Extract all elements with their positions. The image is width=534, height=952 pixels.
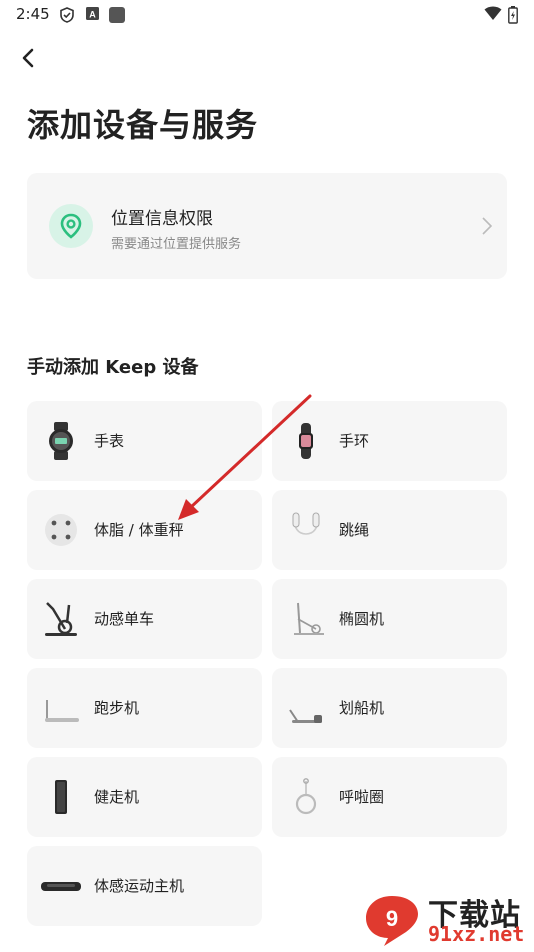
device-label: 体脂 / 体重秤 [94,521,184,539]
a-badge-icon: A [86,6,100,26]
scale-icon [41,510,81,550]
motion-console-icon [41,866,81,906]
device-card-jump-rope[interactable]: 跳绳 [272,490,507,570]
treadmill-icon [41,688,81,728]
svg-text:A: A [89,10,96,20]
chevron-left-icon [14,48,46,78]
device-label: 手表 [94,432,125,450]
device-label: 呼啦圈 [339,788,385,806]
elliptical-icon [286,599,326,639]
device-label: 动感单车 [94,610,155,628]
permission-subtitle: 需要通过位置提供服务 [111,237,242,252]
device-card-watch[interactable]: 手表 [27,401,262,481]
band-icon [286,421,326,461]
device-label: 体感运动主机 [94,877,185,895]
device-label: 手环 [339,432,370,450]
device-label: 椭圆机 [339,610,385,628]
status-bar: 2:45 A [0,0,534,30]
device-card-treadmill[interactable]: 跑步机 [27,668,262,748]
chevron-right-icon [481,216,493,240]
device-label: 跑步机 [94,699,140,717]
location-permission-card[interactable]: 位置信息权限 需要通过位置提供服务 [27,173,507,279]
permission-title: 位置信息权限 [111,209,213,229]
watermark-url: 91xz.net [428,922,525,946]
device-card-motion-console[interactable]: 体感运动主机 [27,846,262,926]
watermark: 9 下载站 91xz.net [362,888,534,950]
location-pin-icon [49,204,93,248]
device-card-elliptical[interactable]: 椭圆机 [272,579,507,659]
walking-pad-icon [41,777,81,817]
watermark-logo-icon: 9 [362,892,422,952]
hula-hoop-icon [286,777,326,817]
device-card-spin-bike[interactable]: 动感单车 [27,579,262,659]
status-time: 2:45 [16,5,50,23]
page-title: 添加设备与服务 [27,106,259,144]
back-button[interactable] [14,42,46,74]
rowing-machine-icon [286,688,326,728]
jump-rope-icon [286,510,326,550]
device-label: 健走机 [94,788,140,806]
svg-text:9: 9 [386,906,398,931]
square-icon [108,6,126,28]
spin-bike-icon [41,599,81,639]
device-label: 跳绳 [339,521,370,539]
section-title: 手动添加 Keep 设备 [27,357,199,378]
watch-icon [41,421,81,461]
device-card-scale[interactable]: 体脂 / 体重秤 [27,490,262,570]
shield-check-icon [58,6,76,28]
battery-charging-icon [508,6,518,28]
device-card-hula-hoop[interactable]: 呼啦圈 [272,757,507,837]
device-card-rowing[interactable]: 划船机 [272,668,507,748]
device-card-band[interactable]: 手环 [272,401,507,481]
device-card-walking-pad[interactable]: 健走机 [27,757,262,837]
wifi-icon [484,6,502,26]
device-label: 划船机 [339,699,385,717]
